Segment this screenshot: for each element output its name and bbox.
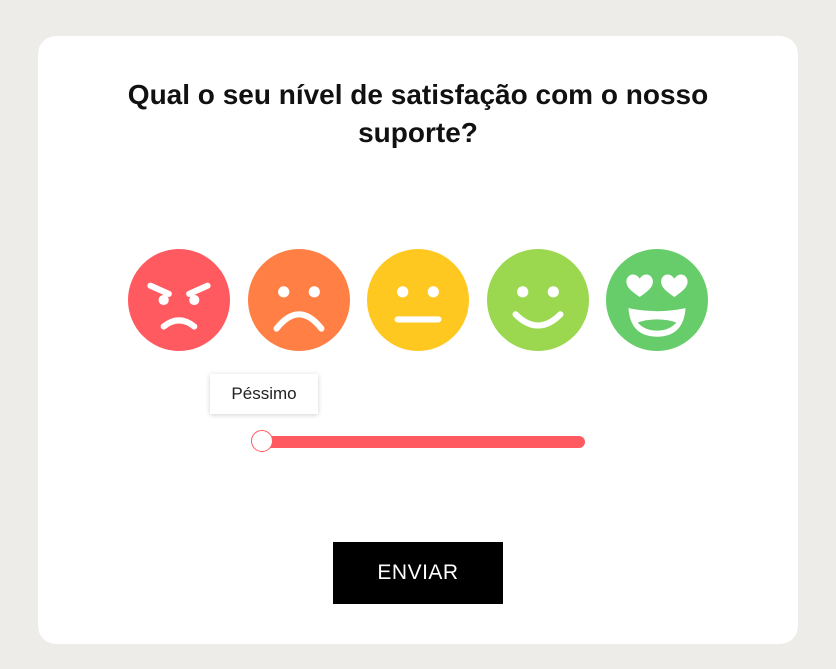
rating-tooltip: Péssimo [210, 374, 318, 414]
rating-option-4[interactable] [487, 249, 589, 351]
heart-eyes-face-icon [606, 249, 708, 351]
slider-track[interactable] [261, 436, 585, 448]
rating-option-2[interactable] [248, 249, 350, 351]
submit-button[interactable]: ENVIAR [333, 542, 503, 604]
angry-face-icon [128, 249, 230, 351]
rating-option-5[interactable] [606, 249, 708, 351]
slider-thumb[interactable] [251, 430, 273, 452]
neutral-face-icon [367, 249, 469, 351]
rating-emoji-row [0, 249, 836, 351]
question-line-2: suporte? [358, 117, 478, 148]
satisfaction-slider[interactable] [251, 430, 587, 454]
survey-question: Qual o seu nível de satisfação com o nos… [0, 76, 836, 152]
smiling-face-icon [487, 249, 589, 351]
rating-option-1[interactable] [128, 249, 230, 351]
rating-option-3[interactable] [367, 249, 469, 351]
question-line-1: Qual o seu nível de satisfação com o nos… [127, 79, 709, 110]
sad-face-icon [248, 249, 350, 351]
